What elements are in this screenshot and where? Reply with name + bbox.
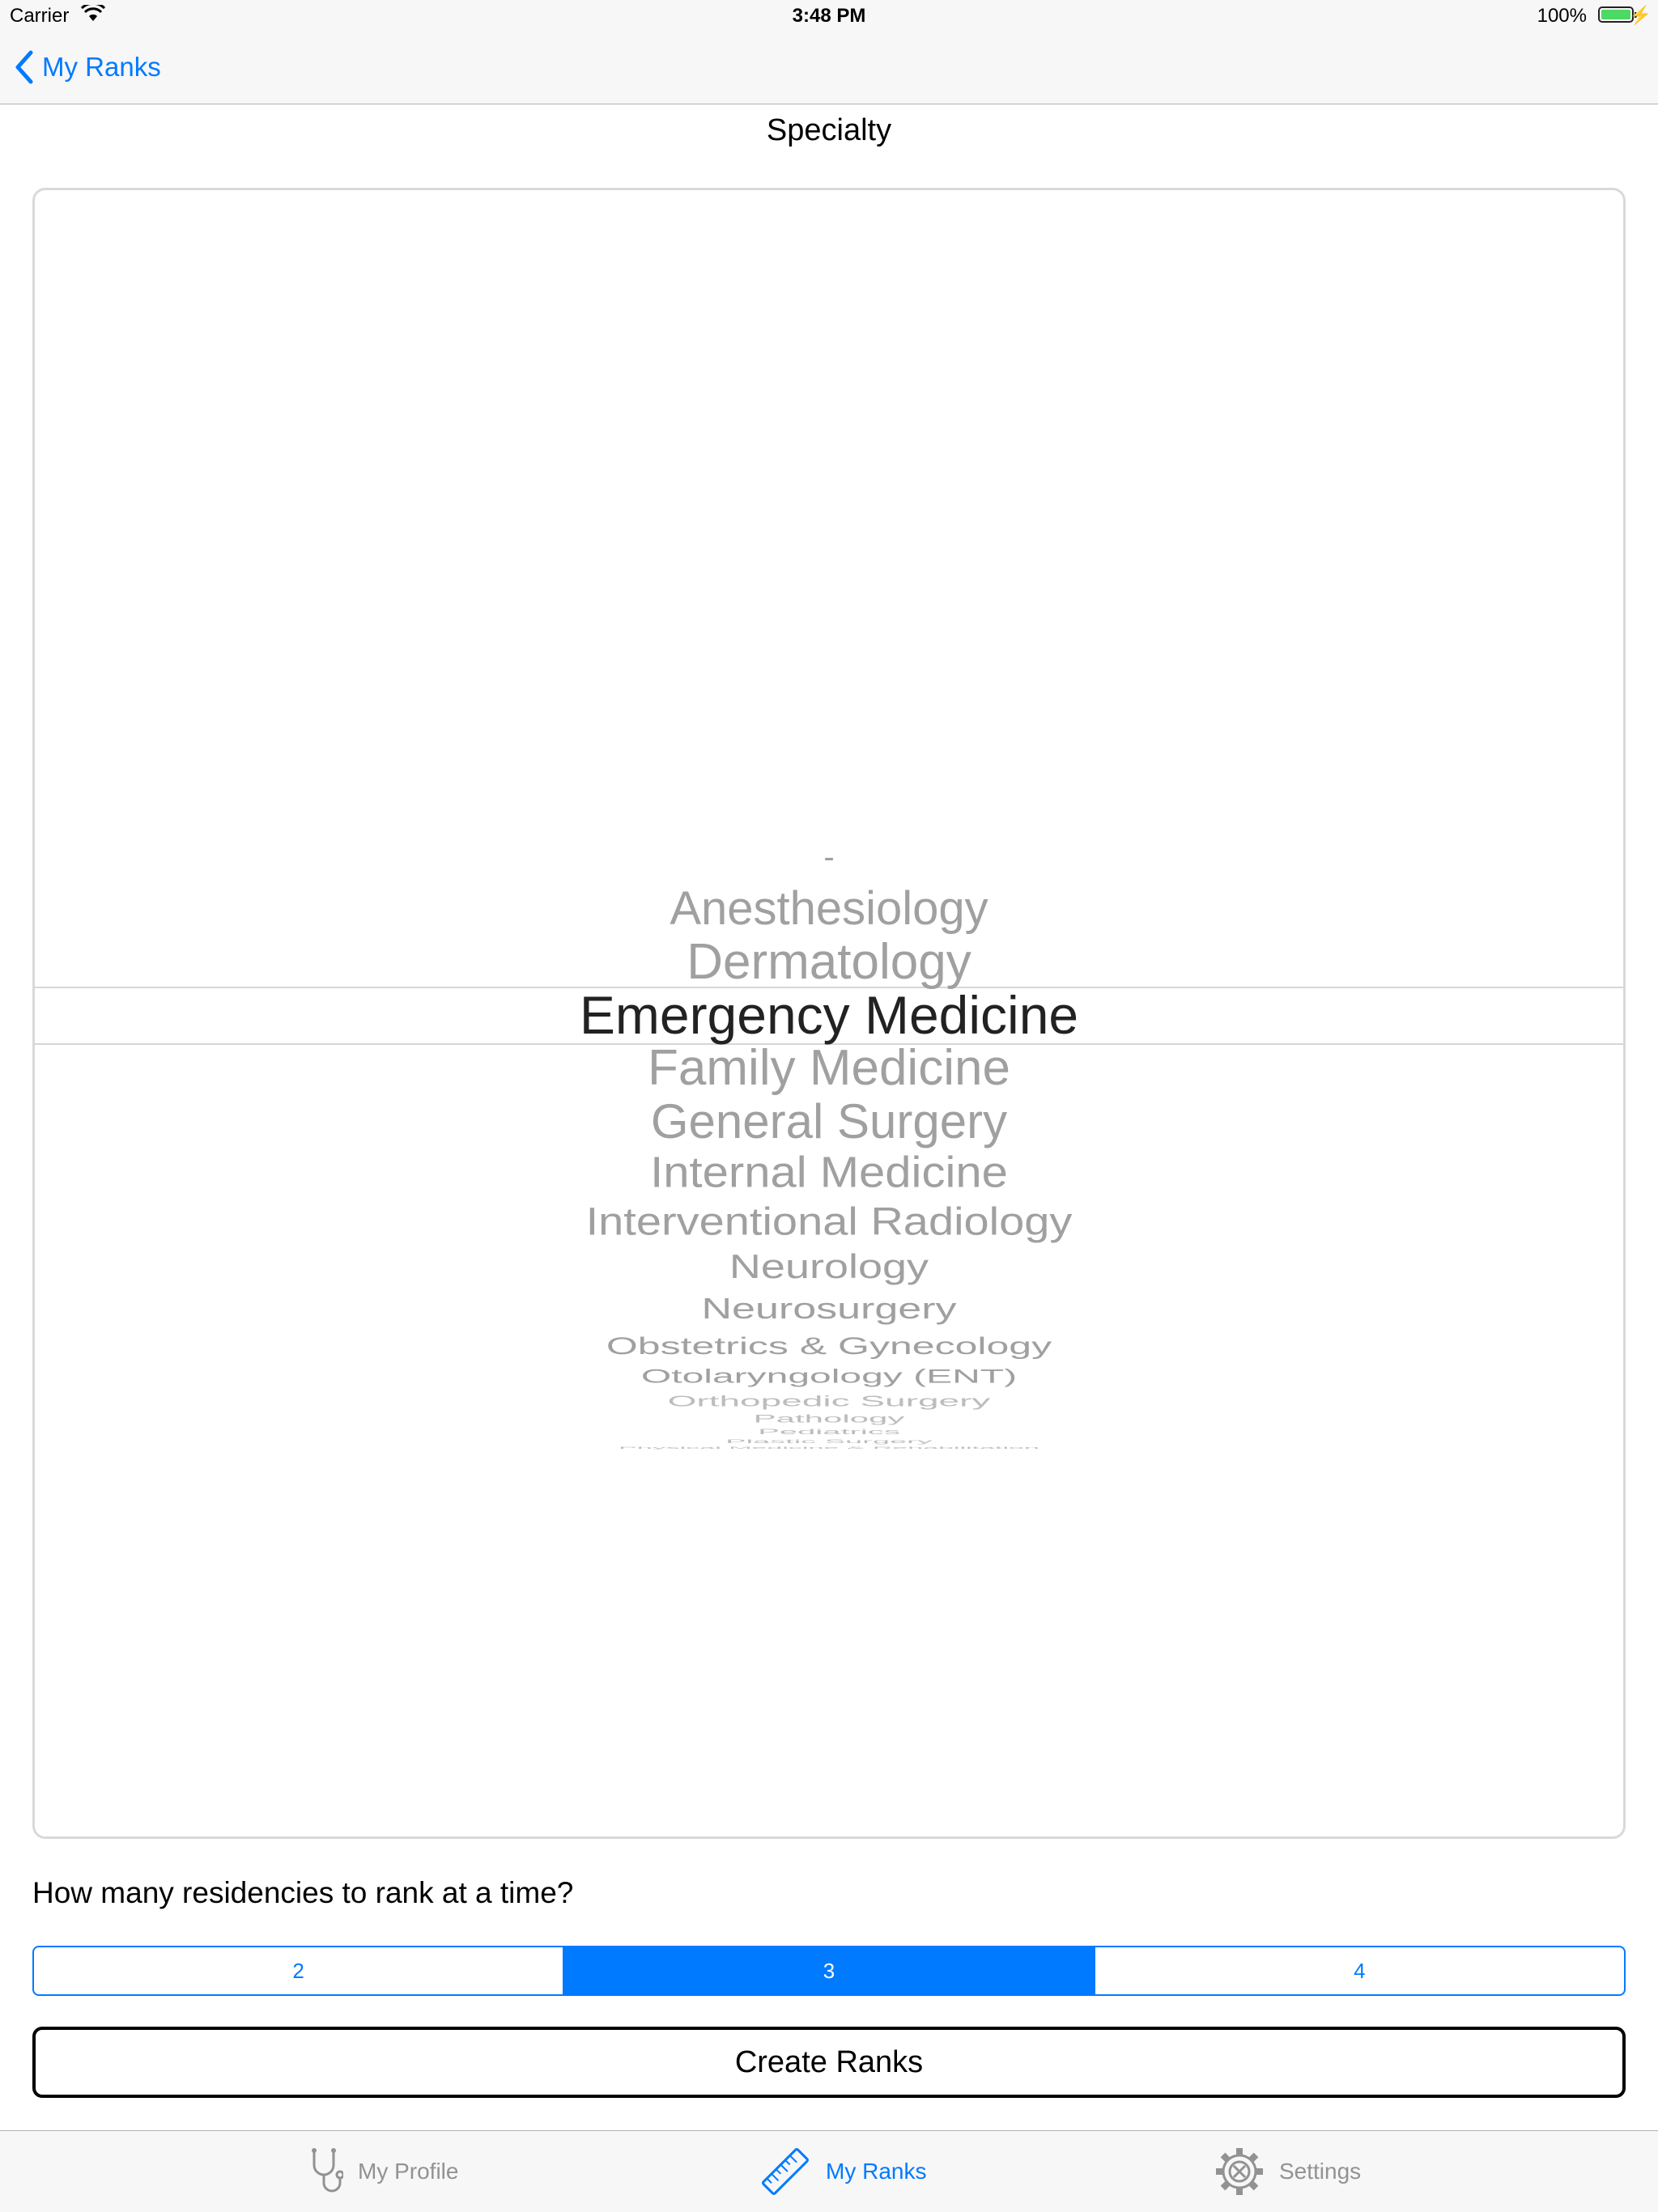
tab-settings[interactable]: Settings <box>1214 2131 1361 2212</box>
specialty-picker[interactable]: - Anesthesiology Dermatology Emergency Medi… <box>32 188 1626 1839</box>
back-button-label: My Ranks <box>42 52 161 82</box>
tab-settings-label: Settings <box>1279 2159 1362 2184</box>
picker-option[interactable]: Pathology <box>35 1413 1623 1424</box>
picker-option[interactable]: Anesthesiology <box>35 885 1623 932</box>
tab-my-profile-label: My Profile <box>358 2159 459 2184</box>
status-bar: Carrier 3:48 PM 100% ⚡ <box>0 0 1658 32</box>
picker-option[interactable]: Family Medicine <box>35 1043 1623 1093</box>
picker-option[interactable]: - <box>35 841 1623 873</box>
tab-my-ranks[interactable]: My Ranks <box>759 2131 926 2212</box>
chevron-left-icon <box>15 50 33 84</box>
picker-option[interactable]: Dermatology <box>35 937 1623 987</box>
battery-icon <box>1598 6 1637 23</box>
picker-option[interactable]: Neurosurgery <box>35 1294 1623 1323</box>
picker-option[interactable]: Obstetrics & Gynecology <box>35 1334 1623 1358</box>
tab-my-profile[interactable]: My Profile <box>306 2131 458 2212</box>
stethoscope-icon <box>312 2148 343 2193</box>
ruler-icon <box>762 2148 809 2195</box>
segment-4[interactable]: 4 <box>1093 1947 1624 1994</box>
tab-bar: My Profile My Ranks Settings <box>0 2130 1658 2212</box>
create-ranks-button[interactable]: Create Ranks <box>32 2027 1626 2098</box>
picker-option[interactable]: Physical Medicine & Rehabilitation <box>35 1446 1623 1449</box>
navigation-bar: My Ranks <box>0 32 1658 104</box>
picker-option[interactable]: Neurology <box>35 1250 1623 1284</box>
back-button[interactable]: My Ranks <box>15 47 161 87</box>
picker-option[interactable]: Plastic Surgery <box>35 1439 1623 1444</box>
charging-icon: ⚡ <box>1629 5 1652 25</box>
picker-option[interactable]: Internal Medicine <box>35 1151 1623 1195</box>
segment-2[interactable]: 2 <box>34 1947 563 1994</box>
gear-icon <box>1216 2148 1263 2195</box>
picker-option[interactable]: General Surgery <box>35 1098 1623 1146</box>
picker-option[interactable]: Otolaryngology (ENT) <box>35 1367 1623 1386</box>
picker-option[interactable]: Emergency Medicine <box>35 988 1623 1042</box>
clock: 3:48 PM <box>792 5 866 27</box>
rank-count-question: How many residencies to rank at a time? <box>32 1876 574 1909</box>
picker-option[interactable]: Pediatrics <box>35 1428 1623 1436</box>
battery-percentage: 100% <box>1537 5 1587 27</box>
tab-my-ranks-label: My Ranks <box>826 2159 927 2184</box>
segment-3[interactable]: 3 <box>563 1947 1094 1994</box>
picker-option[interactable]: Orthopedic Surgery <box>35 1394 1623 1408</box>
rank-count-segmented-control[interactable]: 234 <box>32 1946 1626 1996</box>
page-title: Specialty <box>766 113 892 147</box>
picker-option[interactable]: Interventional Radiology <box>35 1201 1623 1241</box>
